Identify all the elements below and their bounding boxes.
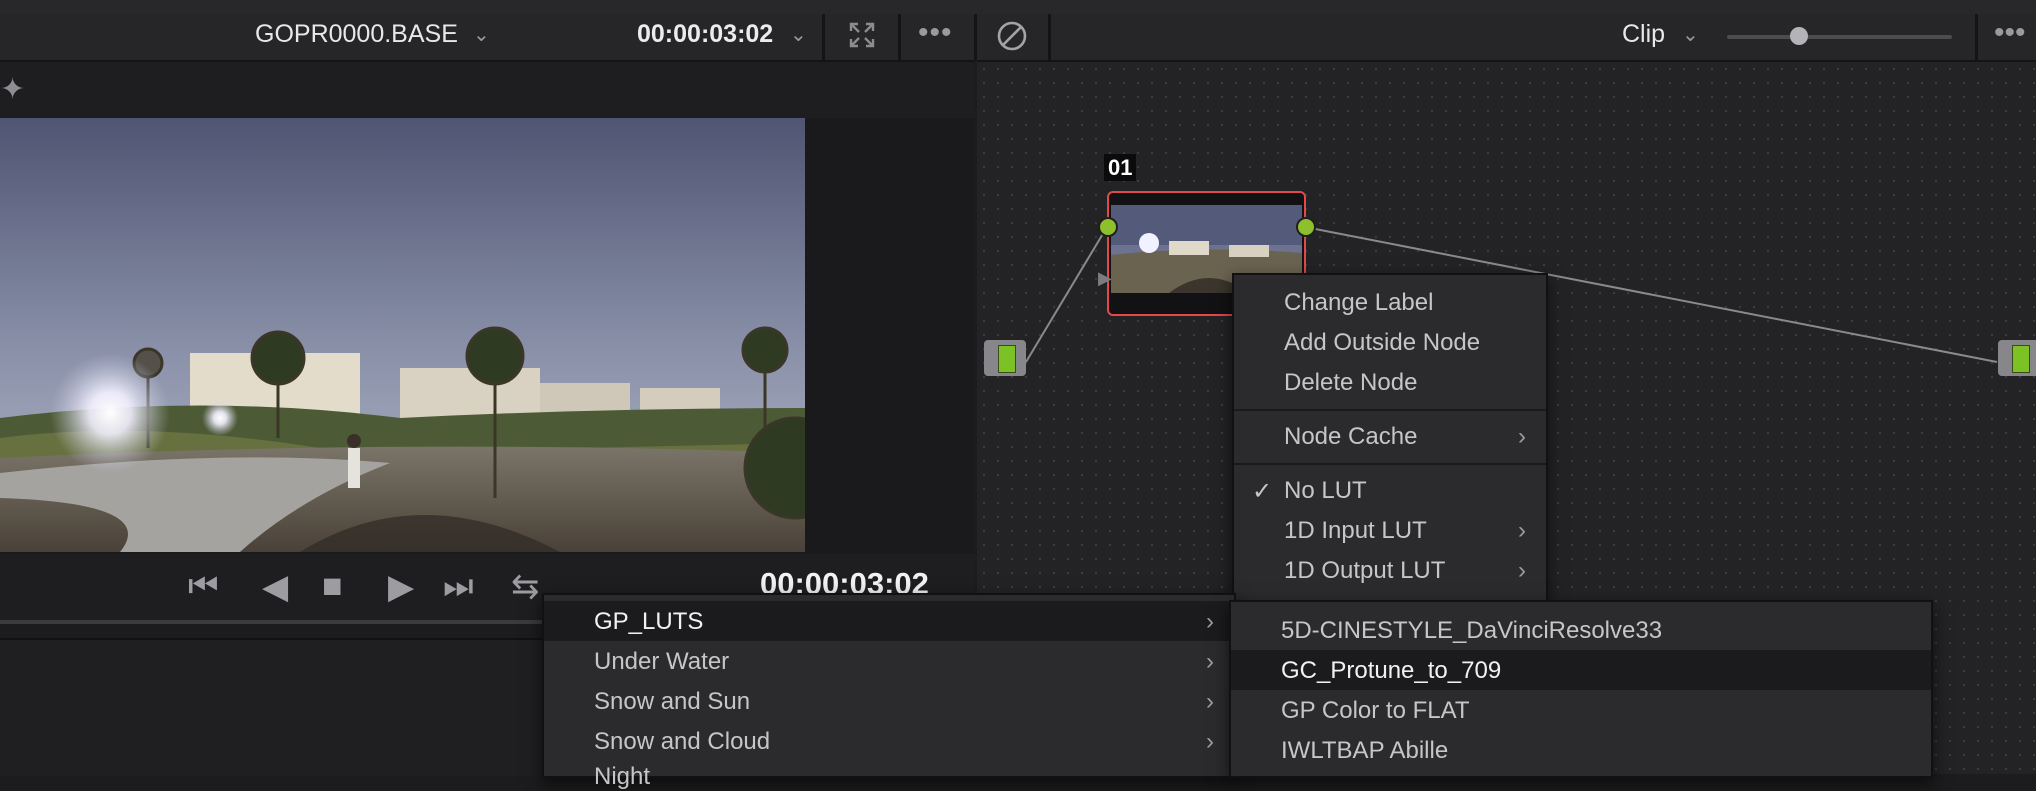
zoom-slider[interactable] xyxy=(1727,35,1952,39)
loop-icon[interactable]: ⇆ xyxy=(511,567,540,607)
clip-name-dropdown[interactable]: GOPR0000.BASE xyxy=(255,20,458,49)
more-options-icon[interactable]: ••• xyxy=(918,16,953,50)
video-frame xyxy=(0,118,805,552)
lut-category-menu: GP_LUTS › Under Water › Snow and Sun › Snow… xyxy=(542,593,1236,790)
lut-file-menu: 5D-CINESTYLE_DaVinciResolve33 GC_Protune… xyxy=(1229,600,1933,778)
play-reverse-icon[interactable]: ◀ xyxy=(262,567,288,607)
checkmark-icon: ✓ xyxy=(1252,478,1273,505)
chevron-right-icon: › xyxy=(1518,423,1526,450)
chevron-down-icon[interactable]: ⌄ xyxy=(1682,22,1699,47)
play-icon[interactable]: ▶ xyxy=(388,567,414,607)
more-options-icon[interactable]: ••• xyxy=(1994,16,2026,50)
chevron-right-icon: › xyxy=(1206,688,1214,715)
source-input-node[interactable] xyxy=(984,340,1026,376)
divider xyxy=(898,14,901,60)
chevron-right-icon: › xyxy=(1518,557,1526,584)
divider xyxy=(1975,14,1978,60)
output-node[interactable] xyxy=(1998,340,2036,376)
magic-wand-icon[interactable]: ✦ xyxy=(0,72,25,107)
divider xyxy=(822,14,825,60)
chevron-down-icon[interactable]: ⌄ xyxy=(473,22,490,47)
scrubber-bar[interactable] xyxy=(0,620,560,624)
chevron-down-icon[interactable]: ⌄ xyxy=(790,22,807,47)
chevron-right-icon: › xyxy=(1206,728,1214,755)
menu-separator xyxy=(1234,463,1546,465)
header-timecode[interactable]: 00:00:03:02 xyxy=(637,20,773,49)
node-label: 01 xyxy=(1104,154,1137,181)
play-icon: ▶ xyxy=(1098,268,1112,288)
mode-dropdown[interactable]: Clip xyxy=(1622,20,1665,49)
stop-icon[interactable]: ■ xyxy=(322,567,343,606)
chevron-right-icon: › xyxy=(1518,517,1526,544)
node-input-pin[interactable] xyxy=(1098,217,1118,237)
skip-to-end-icon[interactable]: ⏭ xyxy=(443,567,474,606)
bypass-icon[interactable] xyxy=(996,20,1028,52)
viewer-toolbar xyxy=(0,62,975,120)
menu-separator xyxy=(1234,409,1546,411)
chevron-right-icon: › xyxy=(1206,648,1214,675)
node-output-pin[interactable] xyxy=(1296,217,1316,237)
expand-icon[interactable] xyxy=(848,21,876,49)
chevron-right-icon: › xyxy=(1206,608,1214,635)
skip-to-start-icon[interactable]: ⏮ xyxy=(188,567,219,606)
node-context-menu: Change Label Add Outside Node Delete Nod… xyxy=(1232,273,1548,607)
zoom-slider-handle[interactable] xyxy=(1790,27,1808,45)
divider xyxy=(1048,14,1051,60)
